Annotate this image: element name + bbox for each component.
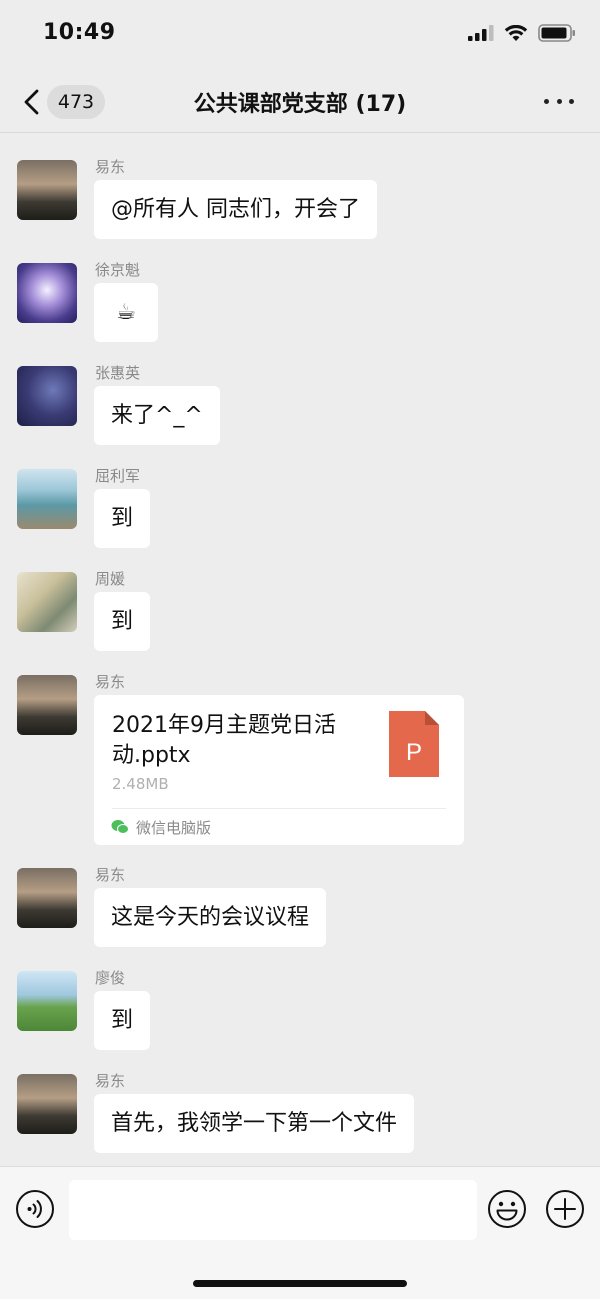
- status-time: 10:49: [43, 20, 116, 45]
- signal-icon: [468, 25, 494, 41]
- sender-name: 屈利军: [95, 467, 141, 485]
- chat-message-list[interactable]: 易东 @所有人 同志们，开会了 徐京魁 ☕ 张惠英 来了^_^ 屈利军 到 周媛…: [0, 133, 600, 1165]
- message-bubble[interactable]: 来了^_^: [94, 386, 220, 445]
- avatar[interactable]: [17, 572, 77, 632]
- divider: [112, 808, 446, 809]
- message-bubble[interactable]: 首先，我领学一下第一个文件: [94, 1094, 415, 1153]
- unread-count-badge[interactable]: 473: [47, 85, 105, 119]
- voice-icon[interactable]: [15, 1189, 55, 1229]
- nav-bar: 473 公共课部党支部 (17): [0, 72, 600, 133]
- wifi-icon: [504, 24, 528, 41]
- status-icons: [468, 24, 576, 42]
- sender-name: 廖俊: [95, 969, 126, 987]
- file-size: 2.48MB: [112, 775, 169, 793]
- chat-title: 公共课部党支部 (17): [193, 92, 407, 117]
- avatar[interactable]: [17, 1074, 77, 1134]
- sender-name: 易东: [95, 866, 126, 884]
- sender-name: 易东: [95, 1072, 126, 1090]
- avatar[interactable]: [17, 366, 77, 426]
- message-bubble[interactable]: 到: [94, 489, 151, 548]
- wechat-icon: [111, 820, 129, 834]
- sender-name: 徐京魁: [95, 261, 141, 279]
- avatar[interactable]: [17, 868, 77, 928]
- avatar[interactable]: [17, 971, 77, 1031]
- status-bar: 10:49: [0, 0, 600, 72]
- file-source-label: 微信电脑版: [136, 819, 212, 837]
- avatar[interactable]: [17, 160, 77, 220]
- sender-name: 张惠英: [95, 364, 141, 382]
- input-bar: [0, 1166, 600, 1299]
- sender-name: 周媛: [95, 570, 126, 588]
- sender-name: 易东: [95, 673, 126, 691]
- pptx-icon-letter: P: [406, 739, 422, 766]
- message-bubble[interactable]: ☕: [94, 283, 158, 342]
- message-bubble[interactable]: 到: [94, 592, 151, 651]
- back-icon[interactable]: [18, 86, 48, 118]
- file-name: 2021年9月主题党日活动.pptx: [112, 713, 336, 768]
- emoji-icon[interactable]: [487, 1189, 527, 1229]
- message-input[interactable]: [69, 1180, 477, 1240]
- pptx-file-icon: P: [389, 711, 439, 777]
- message-bubble[interactable]: 到: [94, 991, 151, 1050]
- avatar[interactable]: [17, 263, 77, 323]
- sender-name: 易东: [95, 158, 126, 176]
- file-message-card[interactable]: 2021年9月主题党日活动.pptx 2.48MB P 微信电脑版: [94, 695, 464, 845]
- avatar[interactable]: [17, 469, 77, 529]
- message-bubble[interactable]: @所有人 同志们，开会了: [94, 180, 377, 239]
- home-indicator: [193, 1280, 407, 1287]
- battery-icon: [538, 24, 575, 42]
- message-bubble[interactable]: 这是今天的会议议程: [94, 888, 327, 947]
- plus-icon[interactable]: [545, 1189, 585, 1229]
- avatar[interactable]: [17, 675, 77, 735]
- more-icon[interactable]: [544, 96, 574, 106]
